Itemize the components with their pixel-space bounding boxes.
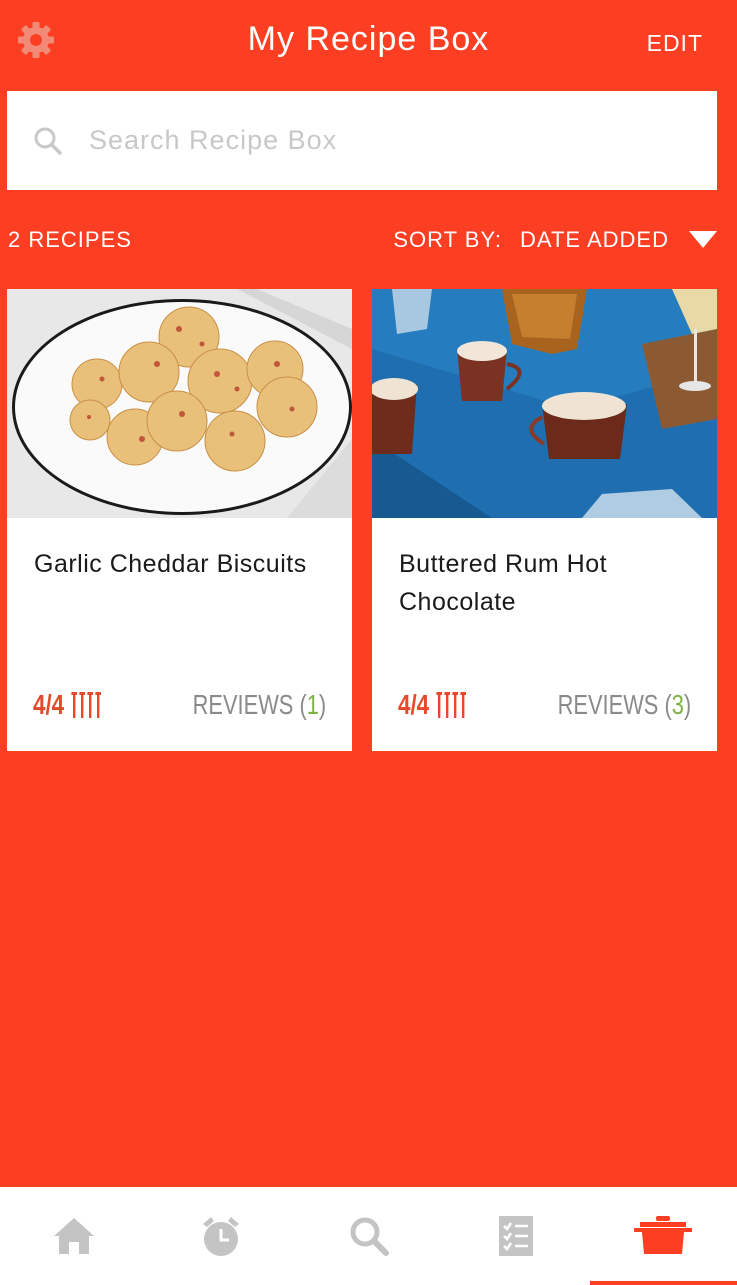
recipe-count: 2 RECIPES xyxy=(8,227,132,252)
sort-dropdown[interactable]: SORT BY: DATE ADDED xyxy=(393,227,717,253)
rating-value: 4/4 xyxy=(33,689,65,720)
pot-icon xyxy=(634,1216,693,1254)
search-icon xyxy=(34,127,62,155)
search-bar[interactable] xyxy=(7,91,717,190)
recipe-photo[interactable] xyxy=(372,289,717,518)
tab-bar xyxy=(0,1187,737,1285)
timer-icon xyxy=(203,1217,240,1256)
page-title: My Recipe Box xyxy=(247,20,490,58)
recipe-photo[interactable] xyxy=(7,289,352,518)
forks-icon xyxy=(71,692,101,718)
header: My Recipe Box EDIT xyxy=(0,0,737,88)
shopping-list-icon xyxy=(498,1216,533,1256)
recipe-title[interactable]: Buttered Rum Hot Chocolate xyxy=(399,545,699,621)
recipe-card[interactable]: Buttered Rum Hot Chocolate 4/4 REVIEWS (… xyxy=(372,289,717,751)
reviews-count: 1 xyxy=(306,689,319,720)
rating: 4/4 xyxy=(33,689,104,721)
search-icon xyxy=(350,1217,389,1256)
tab-shopping-list[interactable] xyxy=(442,1187,589,1285)
edit-button[interactable]: EDIT xyxy=(647,30,703,57)
reviews-label: REVIEWS ( xyxy=(192,689,307,720)
tab-timer[interactable] xyxy=(147,1187,294,1285)
sort-value[interactable]: DATE ADDED xyxy=(520,227,669,253)
search-input[interactable] xyxy=(89,125,649,156)
sort-label: SORT BY: xyxy=(393,227,503,252)
reviews-link[interactable]: REVIEWS (3) xyxy=(558,689,691,721)
reviews-close: ) xyxy=(318,689,326,720)
recipe-title[interactable]: Garlic Cheddar Biscuits xyxy=(34,545,334,583)
reviews-close: ) xyxy=(683,689,691,720)
rating-value: 4/4 xyxy=(398,689,430,720)
tab-search[interactable] xyxy=(295,1187,442,1285)
reviews-count: 3 xyxy=(671,689,684,720)
home-icon xyxy=(53,1218,94,1254)
tab-recipe-box[interactable] xyxy=(589,1187,737,1285)
reviews-label: REVIEWS ( xyxy=(557,689,672,720)
rating: 4/4 xyxy=(398,689,469,721)
reviews-link[interactable]: REVIEWS (1) xyxy=(193,689,326,721)
chevron-down-icon[interactable] xyxy=(689,231,717,249)
forks-icon xyxy=(436,692,466,718)
recipe-card[interactable]: Garlic Cheddar Biscuits 4/4 REVIEWS (1) xyxy=(7,289,352,751)
tab-home[interactable] xyxy=(0,1187,147,1285)
